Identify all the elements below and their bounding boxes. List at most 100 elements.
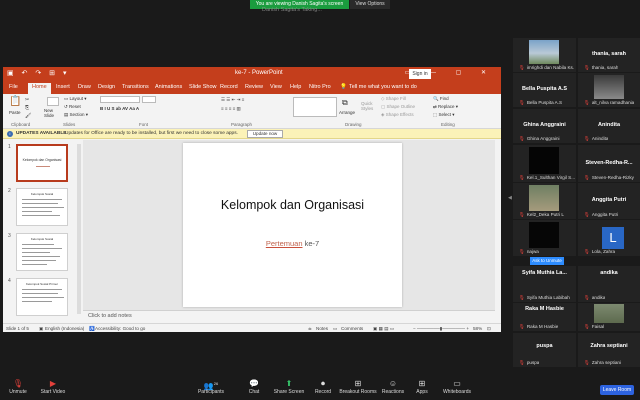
view-normal-icon[interactable]: ▣ ▦ ▤ ▭ bbox=[373, 326, 394, 332]
participant-tile[interactable]: Zahra septiani 🎙 Zahra septiani bbox=[578, 333, 640, 367]
participant-tile[interactable]: andika 🎙 andika bbox=[578, 266, 640, 302]
share-screen-icon: ⬆ bbox=[285, 379, 293, 388]
leave-room-button[interactable]: Leave Room bbox=[600, 385, 634, 395]
arrange-icon[interactable]: ⧉ bbox=[342, 98, 348, 108]
participant-tile[interactable]: thania, sarah 🎙 thania, sarah bbox=[578, 38, 640, 72]
participant-tile[interactable]: Bella Puspita A.S 🎙 Bella Puspita A.S bbox=[513, 73, 576, 107]
participant-label-text: puspa bbox=[526, 360, 540, 365]
gallery-prev-arrow[interactable]: ◀ bbox=[508, 195, 512, 201]
participant-tile[interactable]: 🎙 Kel2_Deka Putri L bbox=[513, 183, 576, 219]
participant-tile[interactable]: 🎙 imrighdi dan Nabila Ks. bbox=[513, 38, 576, 72]
section-button[interactable]: ▤ Section ▾ bbox=[64, 112, 88, 118]
format-painter-icon[interactable]: 🖌 bbox=[25, 113, 31, 119]
tab-view[interactable]: View bbox=[270, 84, 282, 90]
unmute-button[interactable]: 🎙 Unmute bbox=[4, 379, 32, 395]
thumbnails-scrollbar[interactable] bbox=[77, 144, 81, 314]
participant-label: 🎙 alt_nilva ramadhania bbox=[584, 100, 634, 106]
participant-tile[interactable]: Anindita 🎙 Anindita bbox=[578, 109, 640, 143]
mic-muted-icon: 🎙 bbox=[519, 175, 525, 180]
shape-outline-button[interactable]: ▢ Shape Outline bbox=[381, 104, 415, 110]
quick-access-icons[interactable]: ▣ ↶ ↷ ⊞ ▾ bbox=[7, 69, 70, 77]
slide-title[interactable]: Kelompok dan Organisasi bbox=[183, 198, 402, 212]
ask-to-unmute-button[interactable]: Ask to Unmute bbox=[530, 257, 564, 265]
window-controls[interactable]: ▭ — ▢ ✕ bbox=[405, 69, 495, 76]
zoom-slider[interactable]: − ───────▮─────── + bbox=[413, 326, 469, 332]
notes-pane[interactable]: Click to add notes bbox=[83, 310, 495, 321]
participant-tile[interactable]: Raka M Hasbie 🎙 Raka M Hasbie bbox=[513, 303, 576, 331]
slide-thumbnail-2[interactable]: Kelompok Sosial bbox=[16, 188, 68, 226]
tab-design[interactable]: Design bbox=[98, 84, 115, 90]
arrange-button[interactable]: Arrange bbox=[339, 110, 355, 115]
paste-button[interactable]: Paste bbox=[9, 110, 21, 115]
quick-styles-button[interactable]: Quick Styles bbox=[361, 101, 377, 111]
thumb-text-line bbox=[22, 256, 60, 257]
paste-icon[interactable]: 📋 bbox=[9, 96, 21, 107]
font-name-box[interactable] bbox=[100, 96, 140, 103]
tab-file[interactable]: File bbox=[9, 84, 18, 90]
thumb-title: Kelompok Sosial bbox=[30, 192, 54, 196]
participant-tile[interactable]: puspa 🎙 puspa bbox=[513, 333, 576, 367]
tab-nitro-pro[interactable]: Nitro Pro bbox=[309, 84, 331, 90]
select-label: Select bbox=[438, 112, 452, 117]
chat-button[interactable]: 💬 Chat bbox=[245, 379, 263, 395]
copy-icon[interactable]: ⎘ bbox=[25, 105, 29, 111]
reset-button[interactable]: ↺ Reset bbox=[64, 104, 81, 110]
participant-tile[interactable]: 🎙 Faisal bbox=[578, 303, 640, 331]
accessibility-status[interactable]: Accessibility: Good to go bbox=[95, 326, 145, 331]
spell-check-icon[interactable]: ▣ bbox=[39, 326, 43, 332]
tab-review[interactable]: Review bbox=[245, 84, 263, 90]
slide-thumbnail-3[interactable]: Kelompok Sosial bbox=[16, 233, 68, 271]
layout-button[interactable]: ▭ Layout ▾ bbox=[64, 96, 87, 102]
tab-help[interactable]: Help bbox=[290, 84, 301, 90]
replace-button[interactable]: ⇄ Replace ▾ bbox=[433, 104, 458, 110]
start-video-button[interactable]: ▶ Start Video bbox=[36, 379, 70, 395]
zoom-level[interactable]: 58% bbox=[473, 326, 482, 331]
language-status[interactable]: English (Indonesia) bbox=[45, 326, 84, 331]
cut-icon[interactable]: ✂ bbox=[25, 97, 29, 103]
slide-thumbnail-1[interactable]: Kelompok dan Organisasi bbox=[16, 144, 68, 182]
participant-tile[interactable]: Syifa Muthia La... 🎙 Syifa Muthia Labibah bbox=[513, 266, 576, 302]
slide-subtitle[interactable]: Pertemuan ke-7 bbox=[183, 239, 402, 248]
current-slide[interactable]: Kelompok dan Organisasi Pertemuan ke-7 bbox=[183, 143, 402, 307]
shapes-gallery[interactable] bbox=[293, 97, 337, 117]
list-buttons[interactable]: ☰ ☰ ⇤ ⇥ ≡ bbox=[221, 97, 244, 103]
participant-tile[interactable]: 🎙 Kel.1_Sulthan Virgil S... bbox=[513, 145, 576, 182]
apps-button[interactable]: ⊞ Apps bbox=[413, 379, 431, 395]
share-screen-button[interactable]: ⬆ Share Screen bbox=[272, 379, 306, 395]
tab-draw[interactable]: Draw bbox=[78, 84, 91, 90]
comments-toggle[interactable]: Comments bbox=[341, 326, 363, 331]
find-button[interactable]: 🔍 Find bbox=[433, 96, 449, 102]
update-now-button[interactable]: Update now bbox=[247, 130, 283, 138]
font-size-box[interactable] bbox=[142, 96, 156, 103]
shape-effects-button[interactable]: ◈ Shape Effects bbox=[381, 112, 414, 118]
participant-label-text: Steven-Redha-Rizky bbox=[591, 175, 634, 180]
slide-thumbnail-4[interactable]: Kelompok Sosial Primer bbox=[16, 278, 68, 316]
tab-animations[interactable]: Animations bbox=[155, 84, 182, 90]
new-slide-icon[interactable] bbox=[47, 97, 59, 106]
participant-tile[interactable]: Steven-Redha-R... 🎙 Steven-Redha-Rizky bbox=[578, 145, 640, 182]
record-button[interactable]: ⏺ Record bbox=[313, 379, 333, 395]
participants-button[interactable]: 👥26 Participants bbox=[196, 379, 226, 395]
participant-tile[interactable]: Ghina Anggraini 🎙 Ghina Anggraini bbox=[513, 109, 576, 143]
reactions-button[interactable]: ☺ Reactions bbox=[380, 379, 406, 395]
tab-transitions[interactable]: Transitions bbox=[122, 84, 149, 90]
font-format-row[interactable]: B I U S ab AV Aa A bbox=[100, 106, 139, 111]
tab-insert[interactable]: Insert bbox=[56, 84, 70, 90]
participant-tile[interactable]: 🎙 alt_nilva ramadhania bbox=[578, 73, 640, 107]
notes-toggle[interactable]: Notes bbox=[316, 326, 328, 331]
align-buttons[interactable]: ≡ ≡ ≡ ≡ ▥ bbox=[221, 106, 241, 112]
new-slide-button[interactable]: New Slide bbox=[44, 108, 60, 118]
participant-tile[interactable]: Anggita Putri 🎙 Anggita Putri bbox=[578, 183, 640, 219]
participant-tile[interactable]: 🎙 najwa bbox=[513, 220, 576, 256]
breakout-rooms-button[interactable]: ⊞ Breakout Rooms bbox=[338, 379, 378, 395]
whiteboards-button[interactable]: ▭ Whiteboards bbox=[440, 379, 474, 395]
select-button[interactable]: ⬚ Select ▾ bbox=[433, 112, 455, 118]
tab-record[interactable]: Record bbox=[220, 84, 238, 90]
fit-slide-icon[interactable]: ⊡ bbox=[487, 326, 491, 332]
unmute-label: Unmute bbox=[9, 389, 27, 395]
tell-me-search[interactable]: Tell me what you want to do bbox=[349, 84, 417, 90]
shape-fill-button[interactable]: ◇ Shape Fill bbox=[381, 96, 406, 102]
tab-slide-show[interactable]: Slide Show bbox=[189, 84, 217, 90]
view-options-button[interactable]: View Options bbox=[350, 0, 390, 9]
tab-home[interactable]: Home bbox=[28, 83, 51, 94]
